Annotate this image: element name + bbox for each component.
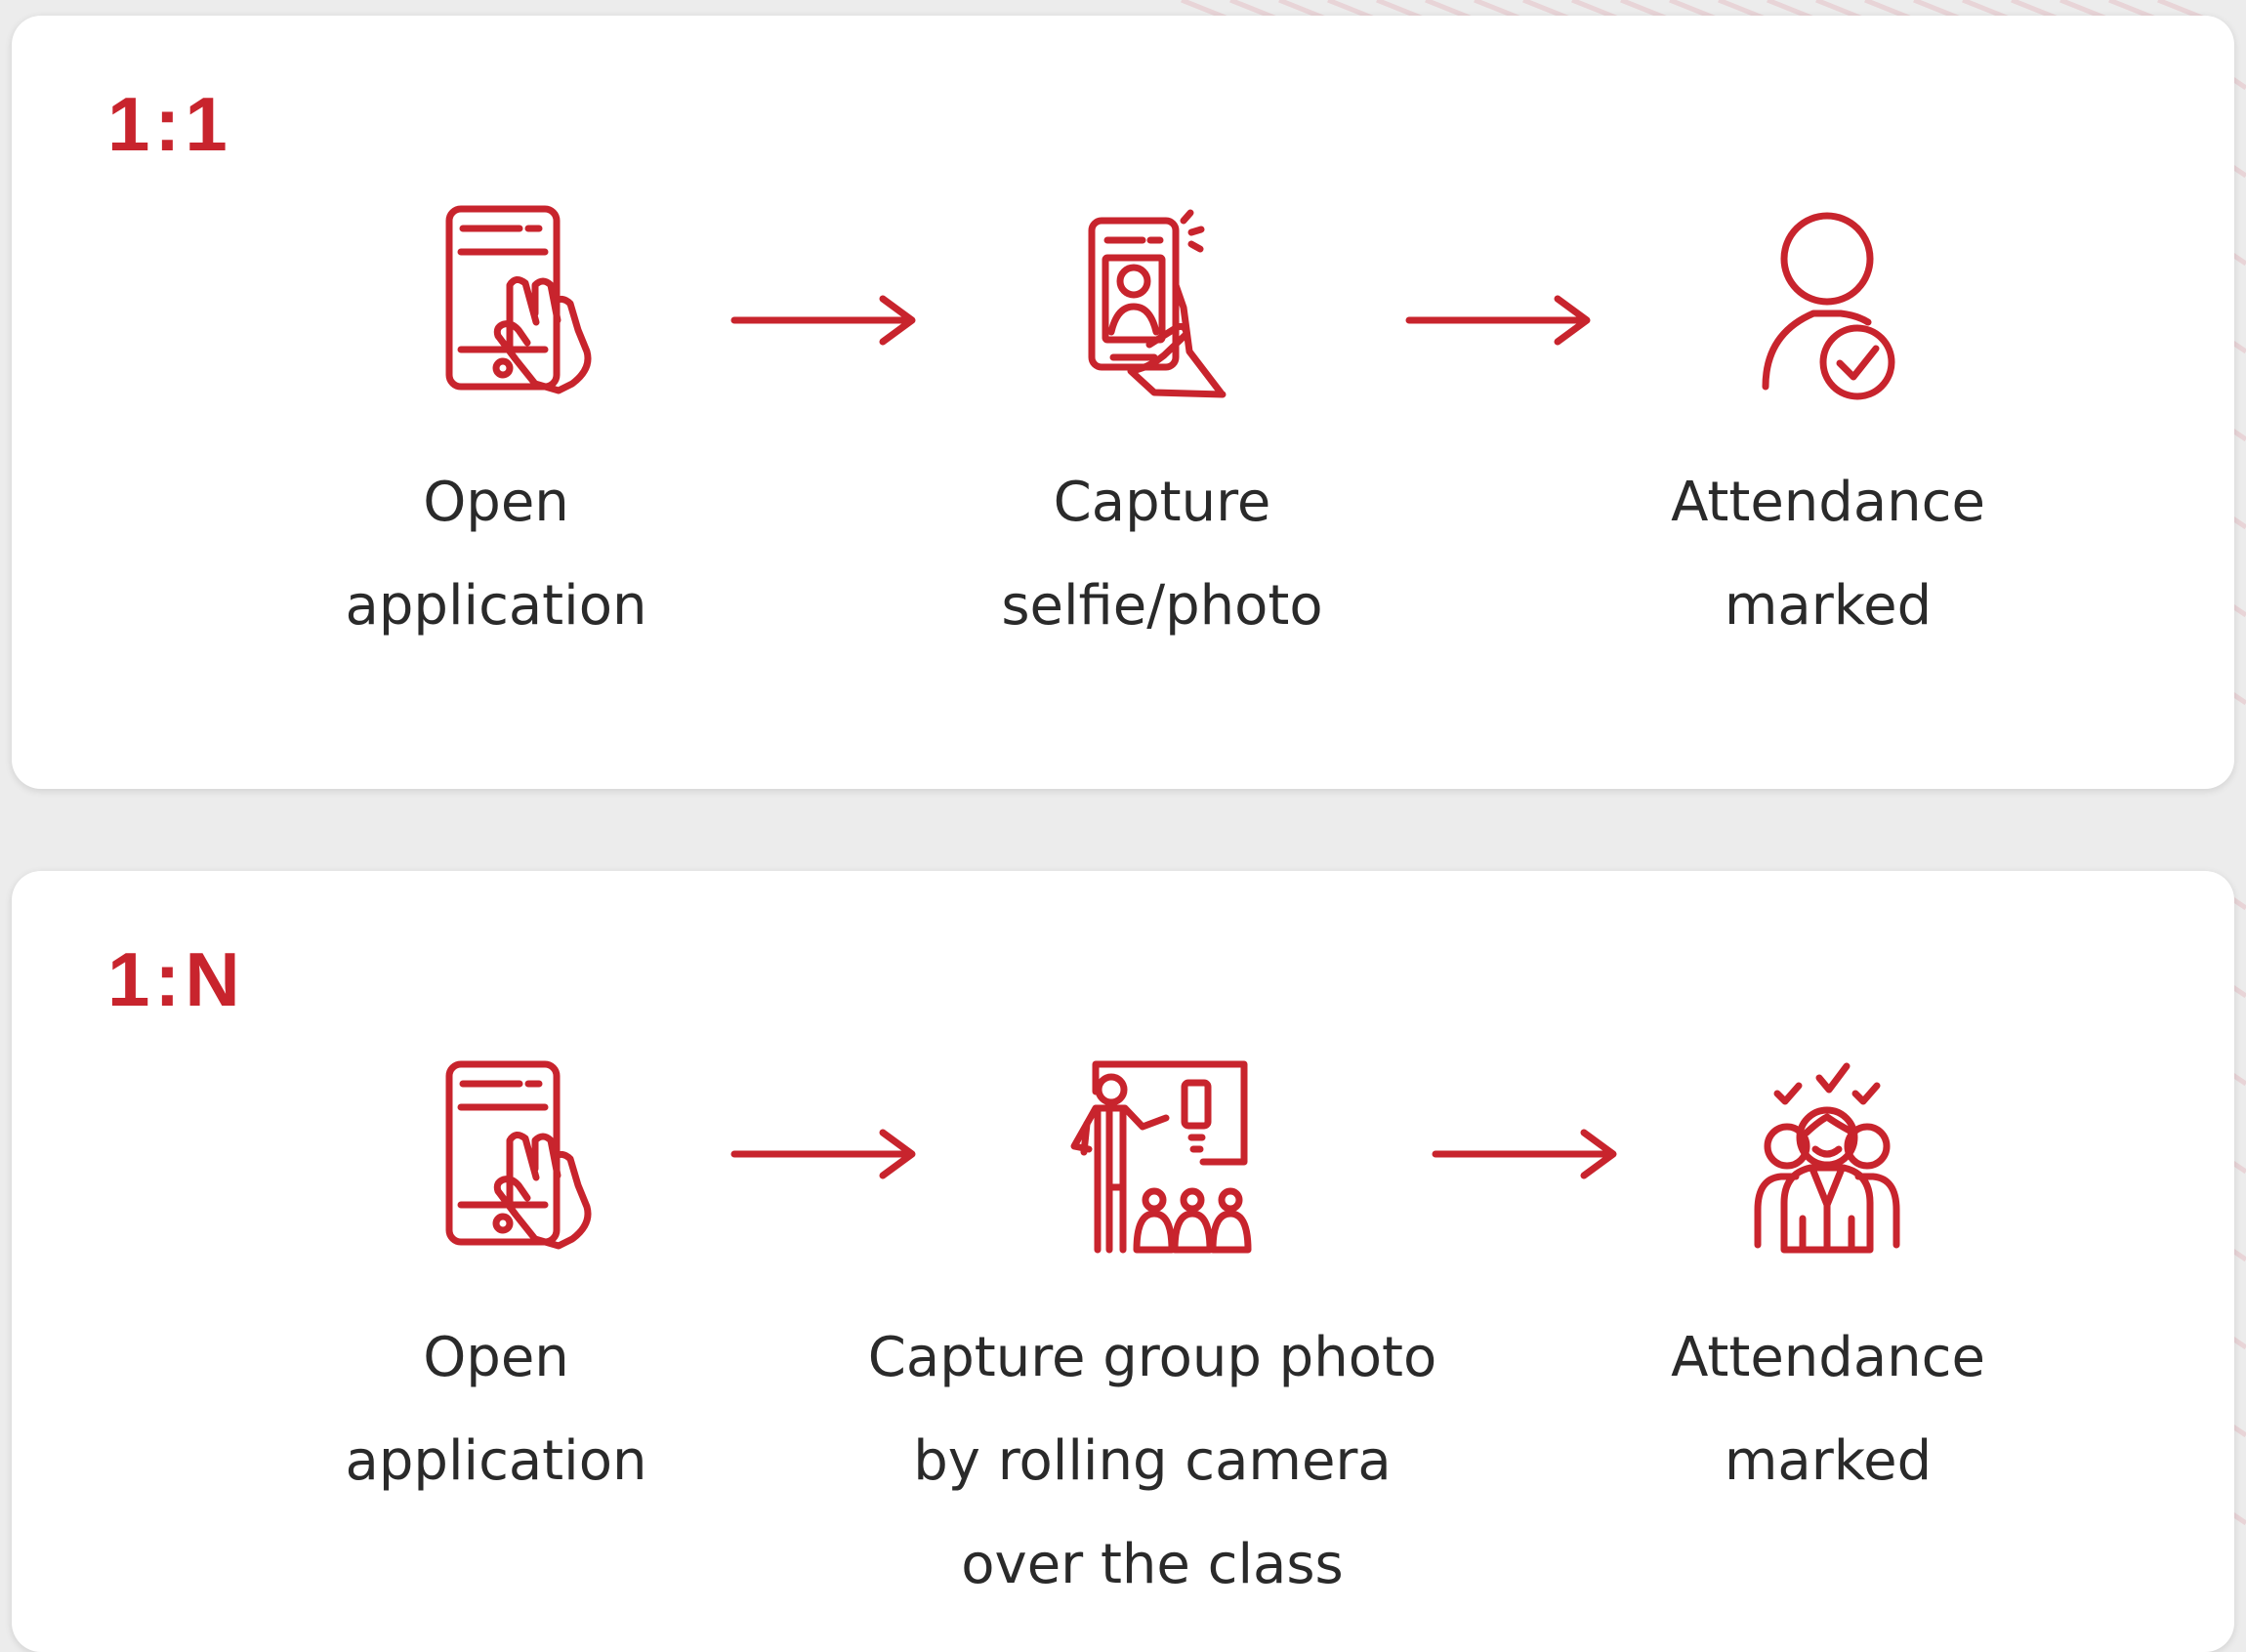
one-to-many-attendance-marked-step: Attendance marked bbox=[1516, 1060, 2141, 1513]
one-to-many-flow-panel: 1:N Open application Capture group photo… bbox=[12, 871, 2234, 1652]
phone-touch-icon bbox=[445, 1060, 592, 1250]
group-check-icon bbox=[1754, 1062, 1900, 1254]
one-to-many-attendance-marked-label: Attendance marked bbox=[1671, 1326, 1985, 1493]
one-to-many-open-application-label: Open application bbox=[345, 1326, 647, 1493]
one-to-many-title: 1:N bbox=[107, 936, 245, 1022]
one-to-one-attendance-marked-label: Attendance marked bbox=[1671, 471, 1985, 638]
person-check-icon bbox=[1762, 212, 1895, 400]
one-to-one-attendance-marked-step: Attendance marked bbox=[1516, 205, 2141, 658]
one-to-one-capture-selfie-label: Capture selfie/photo bbox=[1001, 471, 1323, 638]
phone-touch-icon bbox=[445, 205, 592, 394]
one-to-many-capture-group-label: Capture group photo by rolling camera ov… bbox=[867, 1326, 1437, 1596]
one-to-one-flow-panel: 1:1 Open application Capture selfie/phot… bbox=[12, 16, 2234, 789]
one-to-one-title: 1:1 bbox=[107, 81, 232, 167]
classroom-presentation-icon bbox=[1070, 1060, 1252, 1254]
one-to-many-open-application-step: Open application bbox=[184, 1060, 809, 1513]
selfie-photo-icon bbox=[1088, 209, 1227, 398]
one-to-many-capture-group-step: Capture group photo by rolling camera ov… bbox=[840, 1060, 1465, 1617]
one-to-one-open-application-label: Open application bbox=[345, 471, 647, 638]
one-to-one-capture-selfie-step: Capture selfie/photo bbox=[850, 205, 1475, 658]
one-to-one-open-application-step: Open application bbox=[184, 205, 809, 658]
